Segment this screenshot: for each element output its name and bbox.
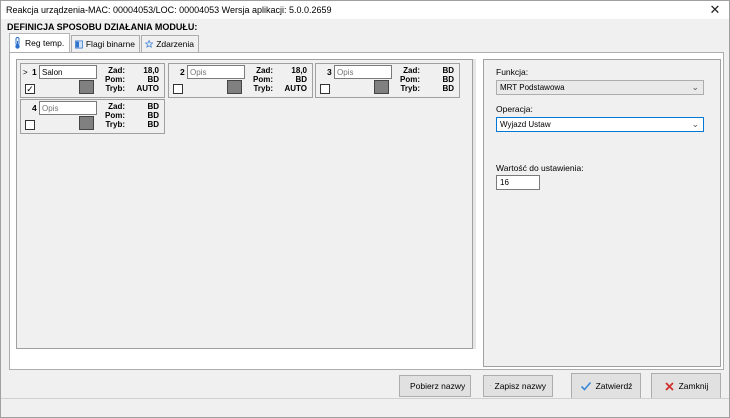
color-swatch[interactable]	[79, 80, 94, 94]
zad-label: Zad:	[256, 66, 273, 75]
section-title: DEFINICJA SPOSOBU DZIAŁANIA MODUŁU:	[7, 22, 198, 32]
pom-value: BD	[147, 111, 159, 120]
regulator-card-4[interactable]: 4 Zad: Pom: Tryb: BD BD BD	[20, 99, 165, 134]
tryb-value: AUTO	[136, 84, 159, 93]
tryb-value: BD	[442, 84, 454, 93]
param-labels: Zad: Pom: Tryb:	[103, 66, 125, 93]
pom-label: Pom:	[253, 75, 273, 84]
funkcja-select[interactable]: MRT Podstawowa ⌄	[496, 80, 704, 95]
tab-label: Zdarzenia	[156, 39, 194, 49]
regulator-name-input[interactable]	[334, 65, 392, 79]
tab-zdarzenia[interactable]: Zdarzenia	[141, 35, 199, 52]
pom-label: Pom:	[105, 111, 125, 120]
regulator-name-input[interactable]	[39, 65, 97, 79]
zatwierdz-button[interactable]: Zatwierdź	[571, 373, 641, 399]
tryb-label: Tryb:	[400, 84, 420, 93]
save-names-icon	[490, 385, 491, 387]
chevron-down-icon: ⌄	[691, 119, 699, 129]
regulator-number: 1	[32, 67, 37, 77]
zad-value: 18,0	[291, 66, 307, 75]
regulator-checkbox[interactable]	[25, 120, 35, 130]
settings-panel: Funkcja: MRT Podstawowa ⌄ Operacja: Wyja…	[483, 59, 721, 367]
row-selector-icon: >	[23, 68, 28, 77]
window-title: Reakcja urządzenia-MAC: 00004053/LOC: 00…	[6, 5, 332, 15]
button-label: Pobierz nazwy	[410, 381, 466, 391]
pom-label: Pom:	[400, 75, 420, 84]
tab-label: Flagi binarne	[85, 39, 135, 49]
param-labels: Zad: Pom: Tryb:	[251, 66, 273, 93]
param-labels: Zad: Pom: Tryb:	[398, 66, 420, 93]
zamknij-button[interactable]: Zamknij	[651, 373, 721, 399]
regulator-checkbox[interactable]: ✓	[25, 84, 35, 94]
flag-panel-icon	[75, 40, 83, 48]
funkcja-selected-value: MRT Podstawowa	[500, 83, 565, 92]
regulator-card-2[interactable]: 2 Zad: Pom: Tryb: 18,0 BD AUTO	[168, 63, 313, 98]
vertical-scrollbar[interactable]	[473, 59, 476, 349]
wartosc-input[interactable]: 16	[496, 175, 540, 190]
regulator-number: 4	[32, 103, 37, 113]
funkcja-label: Funkcja:	[496, 67, 529, 77]
regulator-list[interactable]: > 1 ✓ Zad: Pom: Tryb: 18,0 BD AUTO 2	[16, 59, 473, 349]
operacja-selected-value: Wyjazd Ustaw	[500, 120, 551, 129]
operacja-select[interactable]: Wyjazd Ustaw ⌄	[496, 117, 704, 132]
pom-value: BD	[295, 75, 307, 84]
param-values: BD BD BD	[426, 66, 454, 93]
param-labels: Zad: Pom: Tryb:	[103, 102, 125, 129]
regulator-checkbox[interactable]	[320, 84, 330, 94]
tryb-value: AUTO	[284, 84, 307, 93]
param-values: 18,0 BD AUTO	[131, 66, 159, 93]
tab-label: Reg temp.	[25, 38, 65, 48]
param-values: 18,0 BD AUTO	[279, 66, 307, 93]
regulator-card-3[interactable]: 3 Zad: Pom: Tryb: BD BD BD	[315, 63, 460, 98]
regulator-checkbox[interactable]	[173, 84, 183, 94]
title-bar: Reakcja urządzenia-MAC: 00004053/LOC: 00…	[1, 1, 729, 19]
star-icon	[145, 39, 154, 48]
pom-value: BD	[442, 75, 454, 84]
zad-label: Zad:	[108, 102, 125, 111]
button-label: Zatwierdź	[595, 381, 633, 391]
regulator-name-input[interactable]	[187, 65, 245, 79]
zad-label: Zad:	[108, 66, 125, 75]
status-bar-divider	[1, 398, 729, 399]
param-values: BD BD BD	[131, 102, 159, 129]
regulator-number: 2	[180, 67, 185, 77]
tryb-label: Tryb:	[253, 84, 273, 93]
pobierz-nazwy-button[interactable]: Pobierz nazwy	[399, 375, 471, 397]
checkmark-icon	[580, 381, 591, 391]
thermometer-icon	[15, 37, 20, 49]
zad-value: 18,0	[143, 66, 159, 75]
color-swatch[interactable]	[374, 80, 389, 94]
tryb-label: Tryb:	[105, 120, 125, 129]
button-label: Zapisz nazwy	[494, 381, 547, 391]
tab-content: > 1 ✓ Zad: Pom: Tryb: 18,0 BD AUTO 2	[9, 52, 724, 370]
regulator-card-1[interactable]: > 1 ✓ Zad: Pom: Tryb: 18,0 BD AUTO	[20, 63, 165, 98]
tab-flagi-binarne[interactable]: Flagi binarne	[71, 35, 140, 52]
close-icon[interactable]: ✕	[707, 2, 723, 18]
zad-value: BD	[147, 102, 159, 111]
tryb-label: Tryb:	[105, 84, 125, 93]
tab-reg-temp[interactable]: Reg temp.	[9, 33, 70, 52]
tryb-value: BD	[147, 120, 159, 129]
zapisz-nazwy-button[interactable]: Zapisz nazwy	[483, 375, 553, 397]
pom-value: BD	[147, 75, 159, 84]
chevron-down-icon: ⌄	[691, 82, 699, 92]
dialog-window: Reakcja urządzenia-MAC: 00004053/LOC: 00…	[0, 0, 730, 418]
zad-label: Zad:	[403, 66, 420, 75]
regulator-name-input[interactable]	[39, 101, 97, 115]
pom-label: Pom:	[105, 75, 125, 84]
regulator-number: 3	[327, 67, 332, 77]
color-swatch[interactable]	[79, 116, 94, 130]
wartosc-label: Wartość do ustawienia:	[496, 163, 584, 173]
close-icon	[664, 381, 674, 391]
operacja-label: Operacja:	[496, 104, 533, 114]
color-swatch[interactable]	[227, 80, 242, 94]
zad-value: BD	[442, 66, 454, 75]
button-label: Zamknij	[678, 381, 709, 391]
